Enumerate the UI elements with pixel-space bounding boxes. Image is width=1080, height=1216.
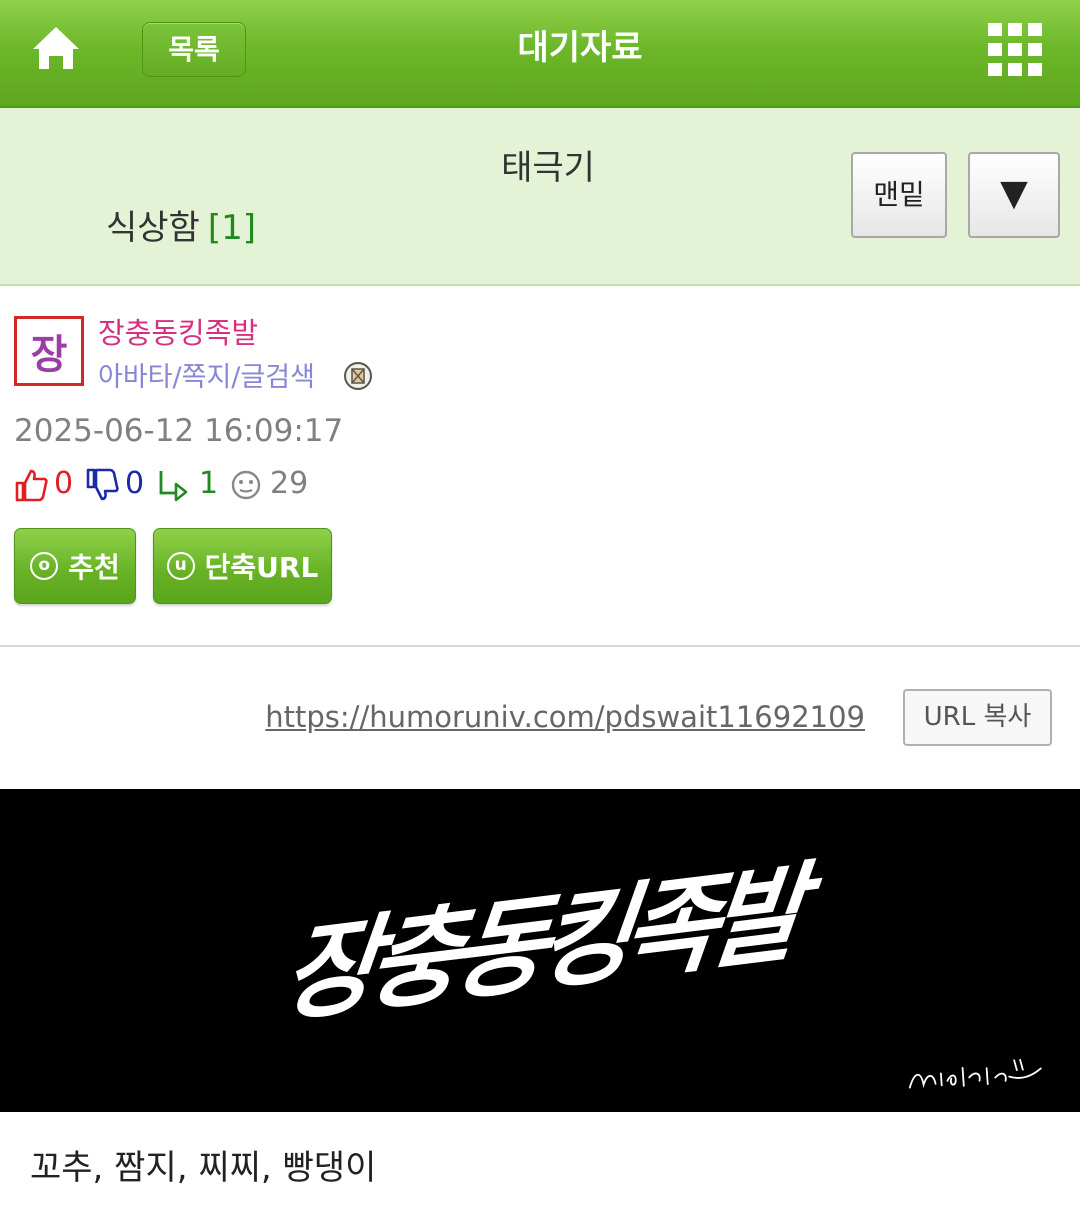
calligraphy-text: 장충동킹족발 xyxy=(276,849,802,1038)
subject-bar: 태극기 식상함 [1] 맨밑 ▼ xyxy=(0,108,1080,286)
top-bar: 목록 대기자료 xyxy=(0,0,1080,108)
letter-icon[interactable] xyxy=(343,361,373,391)
comment-count[interactable]: [1] xyxy=(208,208,256,248)
scroll-down-button[interactable]: ▼ xyxy=(968,152,1060,238)
post-date: 2025-06-12 16:09:17 xyxy=(14,413,344,449)
copy-url-button[interactable]: URL 복사 xyxy=(903,689,1052,746)
avatar-char: 장 xyxy=(30,332,68,378)
thumbs-down-icon xyxy=(86,468,119,501)
author-name[interactable]: 장충동킹족발 xyxy=(98,310,258,352)
recommend-label: 추천 xyxy=(68,551,120,584)
recommend-button[interactable]: o 추천 xyxy=(14,528,136,604)
author-links[interactable]: 아바타/쪽지/글검색 xyxy=(98,355,315,394)
reply-count: 1 xyxy=(199,466,219,501)
like-count: 0 xyxy=(54,466,74,501)
thumbs-up-icon xyxy=(15,469,48,502)
scroll-bottom-button[interactable]: 맨밑 xyxy=(851,152,947,238)
post-body: 꼬추, 짬지, 찌찌, 빵댕이 xyxy=(30,1148,377,1188)
page-title: 대기자료 xyxy=(517,28,643,68)
post-subject-line2: 식상함 [1] xyxy=(106,200,256,249)
dislike-count: 0 xyxy=(125,466,145,501)
recommend-icon: o xyxy=(30,552,59,580)
reply-icon xyxy=(159,471,188,502)
post-subject-text: 식상함 xyxy=(106,208,200,248)
grid-menu-button[interactable] xyxy=(986,22,1044,78)
calligraphy-signature xyxy=(908,1058,1042,1089)
post-image: 장충동킹족발 xyxy=(0,789,1080,1112)
avatar[interactable]: 장 xyxy=(14,316,84,386)
post-url-link[interactable]: https://humoruniv.com/pdswait11692109 xyxy=(265,700,865,734)
view-count: 29 xyxy=(270,466,309,501)
grid-menu-icon xyxy=(988,23,1042,76)
short-url-icon: u xyxy=(166,552,195,580)
smiley-icon xyxy=(231,470,261,500)
short-url-button[interactable]: u 단축URL xyxy=(153,528,332,604)
divider xyxy=(0,645,1080,647)
short-url-label: 단축URL xyxy=(204,551,319,584)
